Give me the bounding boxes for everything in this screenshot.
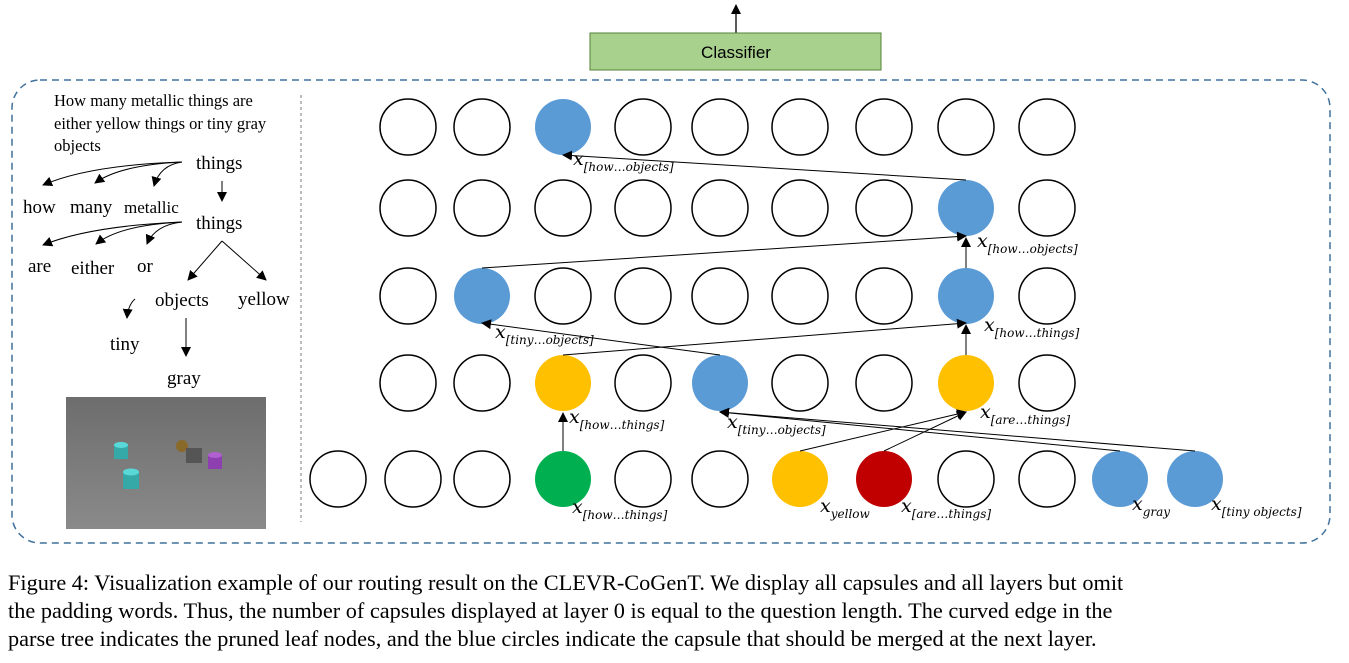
capsule-empty: [937, 98, 995, 156]
tree-node: things: [196, 213, 242, 234]
tree-node: how: [23, 197, 56, 218]
capsule-layers: [309, 98, 1223, 508]
question-line: either yellow things or tiny gray: [54, 114, 267, 133]
label-l0-tiny-objects: x[tiny objects]: [1211, 493, 1302, 519]
classifier-label: Classifier: [701, 43, 771, 62]
capsule-blue: [535, 99, 591, 155]
capsule-empty: [691, 98, 749, 156]
question-line: objects: [54, 136, 101, 155]
capsule-empty: [453, 98, 511, 156]
label-l0-yellow: xyellow: [820, 495, 871, 521]
capsule-empty: [379, 98, 437, 156]
label-l2-tiny-objects: x[tiny…objects]: [495, 321, 594, 347]
capsule-empty: [379, 267, 437, 325]
capsule-empty: [855, 267, 913, 325]
capsule-empty: [691, 267, 749, 325]
capsule-empty: [771, 98, 829, 156]
capsule-empty: [855, 98, 913, 156]
capsule-empty: [855, 179, 913, 237]
tree-node: tiny: [110, 334, 140, 355]
caption-line: parse tree indicates the pruned leaf nod…: [8, 626, 1097, 651]
capsule-empty: [534, 179, 592, 237]
label-l1-tiny-objects: x[tiny…objects]: [727, 411, 826, 437]
capsule-empty: [771, 179, 829, 237]
capsule-empty: [937, 450, 995, 508]
tree-node: are: [28, 256, 51, 277]
capsule-empty: [534, 267, 592, 325]
capsule-empty: [691, 179, 749, 237]
capsule-empty: [379, 354, 437, 412]
capsule-empty: [1018, 354, 1076, 412]
capsule-empty: [855, 354, 913, 412]
capsule-empty: [453, 354, 511, 412]
label-l4-how-objects: x[how…objects]: [573, 148, 674, 174]
tree-node: objects: [155, 290, 209, 311]
clevr-scene-image: [66, 397, 266, 529]
parse-tree: things how many metallic things are eith…: [23, 153, 290, 389]
capsule-blue: [454, 268, 510, 324]
capsule-empty: [1018, 450, 1076, 508]
capsule-empty: [1018, 179, 1076, 237]
routing-edge: [481, 231, 967, 269]
tree-node: metallic: [124, 198, 179, 217]
capsule-empty: [614, 450, 672, 508]
caption-line: Figure 4: Visualization example of our r…: [8, 570, 1124, 595]
capsule-empty: [384, 450, 442, 508]
label-l0-gray: xgray: [1132, 493, 1170, 519]
capsule-empty: [379, 179, 437, 237]
question-text: How many metallic things are either yell…: [54, 91, 267, 155]
capsule-empty: [614, 354, 672, 412]
caption-line: the padding words. Thus, the number of c…: [8, 598, 1113, 623]
tree-node: either: [71, 258, 115, 279]
capsule-yellow: [535, 355, 591, 411]
capsule-empty: [614, 179, 672, 237]
figure-diagram: Classifier How many metallic things are …: [11, 4, 1331, 544]
tree-node: or: [137, 256, 154, 277]
capsule-empty: [1018, 267, 1076, 325]
capsule-empty: [1018, 98, 1076, 156]
tree-node: things: [196, 153, 242, 174]
tree-node: gray: [167, 368, 201, 389]
tree-node: many: [70, 197, 113, 218]
routing-edge: [562, 318, 967, 356]
capsule-empty: [771, 267, 829, 325]
capsule-empty: [614, 98, 672, 156]
capsule-blue: [692, 355, 748, 411]
capsule-empty: [691, 450, 749, 508]
capsule-empty: [614, 267, 672, 325]
figure-caption: Figure 4: Visualization example of our r…: [8, 569, 1348, 653]
capsule-empty: [771, 354, 829, 412]
label-l3-how-objects: x[how…objects]: [977, 230, 1078, 256]
tree-node: yellow: [238, 289, 290, 310]
question-line: How many metallic things are: [54, 91, 253, 110]
capsule-empty: [453, 450, 511, 508]
capsule-empty: [309, 450, 367, 508]
capsule-empty: [453, 179, 511, 237]
capsule-blue: [938, 180, 994, 236]
